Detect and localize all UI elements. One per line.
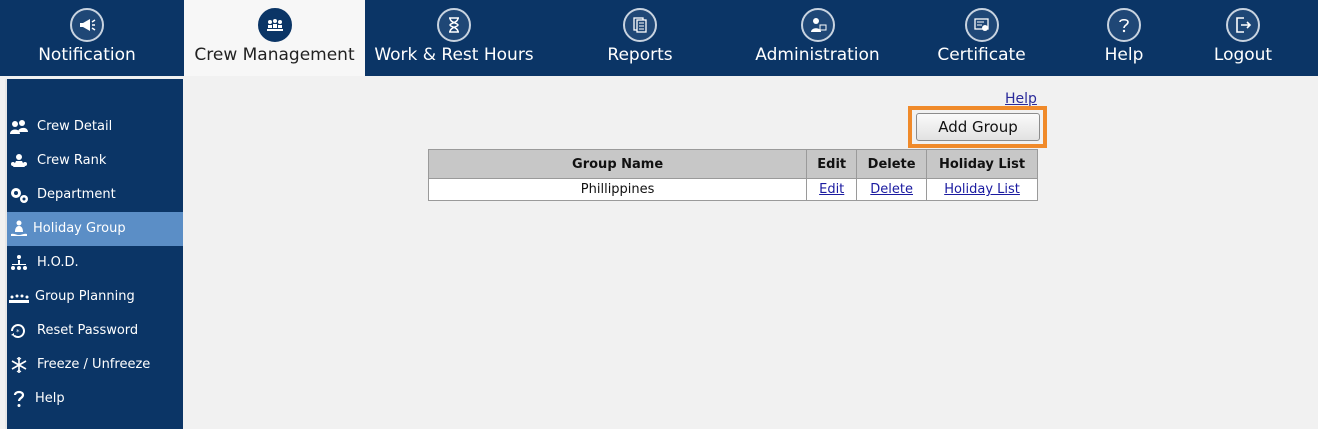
nav-work-rest-hours[interactable]: Work & Rest Hours xyxy=(365,0,543,76)
users-icon xyxy=(9,118,29,136)
column-header-edit: Edit xyxy=(806,149,858,179)
sidebar-item-holiday-group[interactable]: Holiday Group xyxy=(7,212,183,246)
holiday-list-cell: Holiday List xyxy=(926,178,1038,201)
documents-icon xyxy=(623,8,657,42)
svg-text:*: * xyxy=(16,328,20,336)
sidebar-item-reset-password[interactable]: * Reset Password xyxy=(7,314,183,348)
sidebar-item-label: Crew Rank xyxy=(37,153,107,168)
nav-label: Crew Management xyxy=(194,45,355,65)
sidebar-item-label: Help xyxy=(35,391,65,406)
sidebar-item-label: Group Planning xyxy=(35,289,135,304)
nav-label: Reports xyxy=(607,45,673,65)
nav-logout[interactable]: Logout xyxy=(1190,0,1296,76)
sidebar-item-label: Freeze / Unfreeze xyxy=(37,357,151,372)
sidebar-item-label: Reset Password xyxy=(37,323,139,338)
rank-icon xyxy=(9,152,29,170)
admin-user-icon xyxy=(800,8,835,42)
reset-password-icon: * xyxy=(9,322,29,340)
sidebar-item-freeze-unfreeze[interactable]: Freeze / Unfreeze xyxy=(7,348,183,382)
nav-label: Notification xyxy=(38,45,136,65)
holiday-group-table: Group Name Edit Delete Holiday List Phil… xyxy=(427,149,1038,201)
question-icon xyxy=(9,390,29,408)
sidebar-item-hod[interactable]: H.O.D. xyxy=(7,246,183,280)
sidebar-item-group-planning[interactable]: Group Planning xyxy=(7,280,183,314)
hierarchy-icon xyxy=(9,254,29,272)
column-header-holiday-list: Holiday List xyxy=(926,149,1038,179)
hourglass-icon xyxy=(437,8,471,42)
top-navigation: Notification Crew Management Work & Rest… xyxy=(0,0,1318,76)
table-header-row: Group Name Edit Delete Holiday List xyxy=(427,149,1038,179)
column-header-delete: Delete xyxy=(856,149,928,179)
sidebar-item-label: H.O.D. xyxy=(37,255,79,270)
holiday-list-link[interactable]: Holiday List xyxy=(944,182,1020,197)
nav-label: Help xyxy=(1104,45,1144,65)
nav-label: Logout xyxy=(1213,45,1273,65)
gears-icon xyxy=(9,186,29,204)
nav-administration[interactable]: Administration xyxy=(740,0,895,76)
nav-certificate[interactable]: Certificate xyxy=(908,0,1055,76)
sidebar-item-department[interactable]: Department xyxy=(7,178,183,212)
add-group-button[interactable]: Add Group xyxy=(916,113,1040,141)
megaphone-icon xyxy=(70,8,104,42)
meditation-icon xyxy=(9,220,29,238)
nav-notification[interactable]: Notification xyxy=(0,0,174,76)
table-row: Phillippines Edit Delete Holiday List xyxy=(427,178,1038,201)
logout-icon xyxy=(1226,8,1260,42)
nav-label: Administration xyxy=(755,45,880,65)
nav-label: Certificate xyxy=(937,45,1026,65)
snowflake-icon xyxy=(9,356,29,374)
nav-label: Work & Rest Hours xyxy=(374,45,534,65)
sidebar-item-label: Crew Detail xyxy=(37,119,113,134)
certificate-icon xyxy=(964,8,999,42)
delete-link[interactable]: Delete xyxy=(870,182,913,197)
nav-help[interactable]: Help xyxy=(1075,0,1173,76)
help-link[interactable]: Help xyxy=(1005,91,1037,107)
group-name-cell: Phillippines xyxy=(427,178,808,201)
edit-cell: Edit xyxy=(806,178,858,201)
sidebar-item-crew-rank[interactable]: Crew Rank xyxy=(7,144,183,178)
delete-cell: Delete xyxy=(856,178,928,201)
sidebar-item-label: Department xyxy=(37,187,116,202)
sidebar-item-crew-detail[interactable]: Crew Detail xyxy=(7,110,183,144)
edit-link[interactable]: Edit xyxy=(819,182,844,197)
column-header-group-name: Group Name xyxy=(427,149,808,179)
question-icon xyxy=(1107,8,1141,42)
group-planning-icon xyxy=(9,288,29,306)
sidebar: Crew Detail Crew Rank Department Holiday… xyxy=(5,79,183,429)
sidebar-item-label: Holiday Group xyxy=(33,221,126,236)
nav-reports[interactable]: Reports xyxy=(560,0,720,76)
nav-crew-management[interactable]: Crew Management xyxy=(184,0,365,76)
crew-group-icon xyxy=(257,8,292,42)
sidebar-item-help[interactable]: Help xyxy=(7,382,183,416)
